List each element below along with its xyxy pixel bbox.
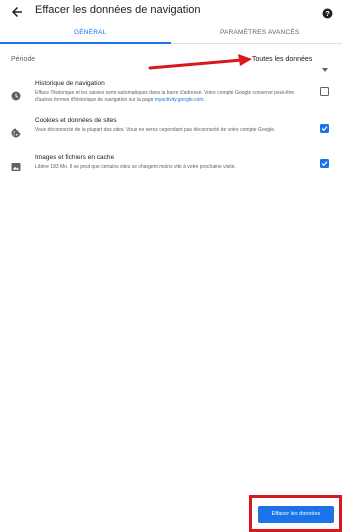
option-description: Vous déconnecte de la plupart des sites.… [35, 127, 276, 133]
tab-indicator [0, 42, 171, 44]
myactivity-link[interactable]: myactivity.google.com [155, 97, 204, 103]
option-title: Images et fichiers en cache [35, 154, 115, 161]
option-description: Libère 183 Mo. Il se peut que certains s… [35, 164, 236, 170]
cache-checkbox[interactable] [320, 159, 329, 168]
arrow-back-icon[interactable] [10, 5, 24, 19]
option-row-cache[interactable]: Images et fichiers en cache Libère 183 M… [0, 154, 342, 178]
tab-general[interactable]: GÉNÉRAL [74, 29, 106, 36]
clear-data-button[interactable]: Effacer les données [258, 506, 334, 523]
option-row-history[interactable]: Historique de navigation Efface l'histor… [0, 80, 342, 110]
tab-advanced-settings[interactable]: PARAMÈTRES AVANCÉS [220, 29, 299, 36]
option-row-cookies[interactable]: Cookies et données de sites Vous déconne… [0, 117, 342, 145]
option-title: Historique de navigation [35, 80, 105, 87]
tab-bar: GÉNÉRAL PARAMÈTRES AVANCÉS [0, 26, 342, 44]
clock-icon [11, 88, 21, 101]
option-description: Efface l'historique et les saisies semi-… [35, 90, 295, 103]
option-title: Cookies et données de sites [35, 117, 117, 124]
period-value: Toutes les données [252, 56, 313, 63]
app-bar: Effacer les données de navigation ? [0, 0, 342, 24]
caret-down-icon [322, 59, 328, 72]
svg-text:?: ? [325, 9, 330, 18]
page-title: Effacer les données de navigation [35, 4, 201, 16]
image-icon [11, 159, 21, 171]
cookie-icon [11, 125, 21, 138]
help-icon[interactable]: ? [322, 6, 333, 19]
period-label: Période [11, 56, 36, 63]
cookies-checkbox[interactable] [320, 124, 329, 133]
red-arrow-annotation [148, 54, 252, 70]
history-checkbox[interactable] [320, 87, 329, 96]
